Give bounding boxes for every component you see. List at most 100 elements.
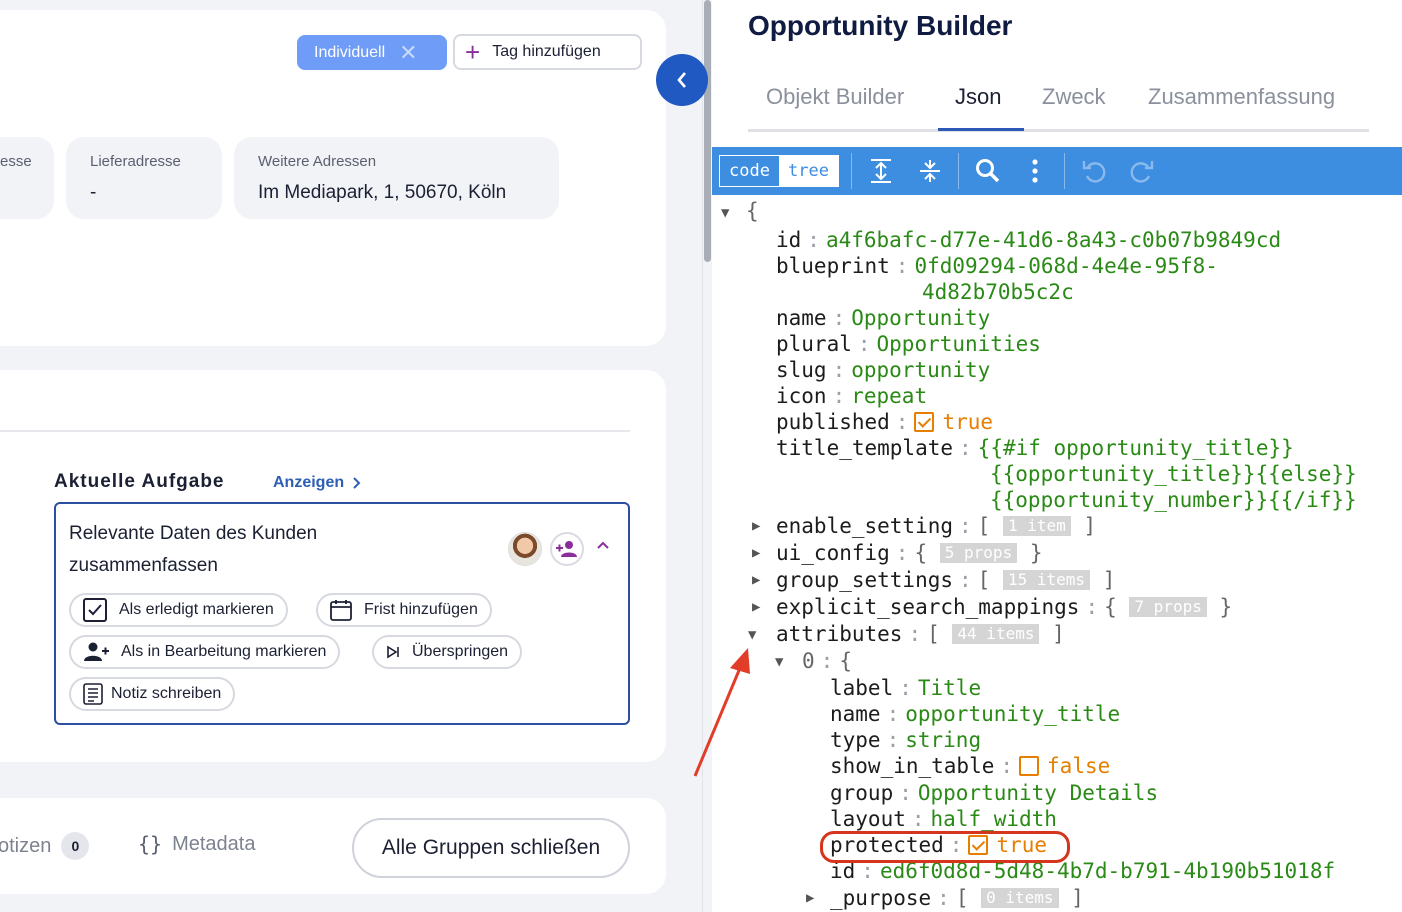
notes-label: otizen	[0, 834, 52, 857]
skip-icon	[387, 645, 399, 659]
address-label: Lieferadresse	[90, 153, 181, 170]
add-deadline-button[interactable]: Frist hinzufügen	[316, 593, 492, 627]
collapse-all-icon[interactable]	[916, 157, 944, 185]
undo-icon[interactable]	[1080, 157, 1108, 185]
address-label: Weitere Adressen	[258, 153, 377, 170]
assignee-avatar[interactable]	[508, 532, 542, 566]
close-all-groups-button[interactable]: Alle Gruppen schließen	[352, 818, 630, 878]
tab-notes[interactable]: otizen 0	[0, 832, 90, 860]
chevron-up-icon[interactable]	[596, 540, 610, 550]
json-row-purpose[interactable]: _purpose:[ 0 items ]	[830, 885, 1084, 911]
json-row-published[interactable]: published: true	[776, 409, 993, 435]
show-task-label: Anzeigen	[273, 474, 345, 491]
remove-tag-icon[interactable]: ✕	[399, 41, 417, 64]
search-icon[interactable]	[974, 157, 1002, 185]
json-row-name[interactable]: name: Opportunity	[776, 305, 990, 331]
tag-individual-label: Individuell	[314, 43, 386, 61]
assign-user-button[interactable]	[550, 532, 584, 566]
expand-arrow-icon[interactable]: ▶	[752, 518, 760, 534]
json-row-title-template-cont: {{opportunity_title}}{{else}}	[990, 462, 1357, 486]
json-row-title-template-cont: {{opportunity_number}}{{/if}}	[990, 488, 1357, 512]
toolbar-divider	[1064, 153, 1065, 189]
json-row-group[interactable]: group: Opportunity Details	[830, 780, 1158, 806]
address-card-billing: esse	[0, 137, 54, 219]
mark-in-progress-label: Als in Bearbeitung markieren	[121, 643, 327, 660]
tab-purpose[interactable]: Zweck	[1042, 84, 1106, 110]
mark-done-button[interactable]: Als erledigt markieren	[69, 593, 288, 627]
expand-arrow-icon[interactable]: ▶	[806, 890, 814, 906]
add-deadline-label: Frist hinzufügen	[364, 601, 478, 618]
json-row-id[interactable]: id: a4f6bafc-d77e-41d6-8a43-c0b07b9849cd	[776, 227, 1281, 253]
task-description: Relevante Daten des Kunden zusammenfasse…	[69, 523, 318, 576]
json-row-show-in-table[interactable]: show_in_table: false	[830, 753, 1110, 779]
section-divider	[0, 430, 630, 432]
tag-individual[interactable]: Individuell ✕	[297, 35, 447, 70]
collapse-arrow-icon[interactable]: ▼	[748, 627, 756, 643]
mark-in-progress-button[interactable]: Als in Bearbeitung markieren	[69, 635, 341, 669]
toolbar-divider	[958, 153, 959, 189]
json-row-explicit-search-mappings[interactable]: explicit_search_mappings:{ 7 props }	[776, 594, 1232, 620]
metadata-label: Metadata	[172, 832, 256, 855]
add-user-icon	[556, 541, 577, 557]
json-row-group-settings[interactable]: group_settings:[ 15 items ]	[776, 567, 1115, 593]
json-row-type[interactable]: type: string	[830, 727, 981, 753]
tab-object-builder[interactable]: Objekt Builder	[766, 84, 904, 110]
json-row-attributes[interactable]: attributes:[ 44 items ]	[776, 621, 1065, 647]
checked-checkbox-icon[interactable]	[914, 412, 935, 432]
unchecked-checkbox-icon[interactable]	[1019, 756, 1040, 776]
active-tab-indicator	[938, 128, 1024, 131]
left-scrollbar-thumb[interactable]	[704, 0, 711, 262]
json-row-plural[interactable]: plural: Opportunities	[776, 331, 1041, 357]
address-value: Im Mediapark, 1, 50670, Köln	[258, 182, 507, 203]
json-row-blueprint[interactable]: blueprint:0fd09294-068d-4e4e-95f8-	[776, 253, 1218, 279]
skip-label: Überspringen	[412, 643, 509, 660]
json-row-enable-setting[interactable]: enable_setting:[ 1 item ]	[776, 513, 1096, 539]
mode-tree-button[interactable]: tree	[779, 156, 838, 186]
json-row-layout[interactable]: layout: half_width	[830, 806, 1057, 832]
mode-code-button[interactable]: code	[720, 156, 779, 186]
write-note-label: Notiz schreiben	[111, 685, 222, 702]
json-row-icon[interactable]: icon: repeat	[776, 383, 927, 409]
current-task-box: Relevante Daten des Kunden zusammenfasse…	[54, 502, 630, 725]
json-root-brace: {	[746, 199, 759, 223]
json-row-slug[interactable]: slug: opportunity	[776, 357, 990, 383]
json-row-blueprint-cont: 4d82b70b5c2c	[922, 280, 1074, 304]
builder-tabs: Objekt Builder Json Zweck Zusammenfassun…	[748, 80, 1369, 132]
tab-summary[interactable]: Zusammenfassung	[1148, 84, 1335, 110]
panel-title: Opportunity Builder	[748, 10, 1013, 41]
collapse-panel-button[interactable]	[656, 54, 708, 106]
expand-arrow-icon[interactable]: ▶	[752, 572, 760, 588]
toolbar-divider	[851, 153, 852, 189]
user-plus-icon	[84, 642, 109, 661]
skip-button[interactable]: Überspringen	[372, 635, 523, 669]
json-row-label[interactable]: label: Title	[830, 675, 981, 701]
json-row-ui-config[interactable]: ui_config:{ 5 props }	[776, 540, 1043, 566]
address-card-delivery: Lieferadresse -	[66, 137, 222, 219]
json-row-attr-name[interactable]: name: opportunity_title	[830, 701, 1120, 727]
json-editor-toolbar: code tree	[712, 147, 1402, 195]
json-row-title-template[interactable]: title_template: {{#if opportunity_title}}	[776, 435, 1294, 461]
add-tag-button[interactable]: + Tag hinzufügen	[453, 34, 642, 70]
collapse-arrow-icon[interactable]: ▼	[775, 654, 783, 670]
chevron-right-icon	[353, 477, 361, 489]
left-scrollbar[interactable]	[702, 0, 712, 912]
tab-json[interactable]: Json	[955, 84, 1001, 110]
show-task-link[interactable]: Anzeigen	[273, 474, 361, 492]
plus-icon: +	[465, 37, 481, 67]
redo-icon[interactable]	[1128, 157, 1156, 185]
tab-metadata[interactable]: {} Metadata	[138, 832, 255, 856]
expand-arrow-icon[interactable]: ▶	[752, 545, 760, 561]
collapse-root-icon[interactable]: ▼	[721, 205, 729, 221]
more-options-icon[interactable]	[1021, 157, 1049, 185]
address-label: esse	[0, 153, 32, 170]
mark-done-label: Als erledigt markieren	[119, 601, 274, 618]
expand-all-icon[interactable]	[867, 157, 895, 185]
json-row-attr-0[interactable]: 0:{	[802, 648, 852, 674]
address-card-other[interactable]: Weitere Adressen Im Mediapark, 1, 50670,…	[234, 137, 559, 219]
add-tag-label: Tag hinzufügen	[492, 43, 601, 60]
braces-icon: {}	[138, 832, 163, 856]
annotation-highlight-circle	[820, 831, 1070, 863]
chevron-left-icon	[677, 72, 686, 88]
write-note-button[interactable]: Notiz schreiben	[69, 677, 236, 711]
expand-arrow-icon[interactable]: ▶	[752, 599, 760, 615]
